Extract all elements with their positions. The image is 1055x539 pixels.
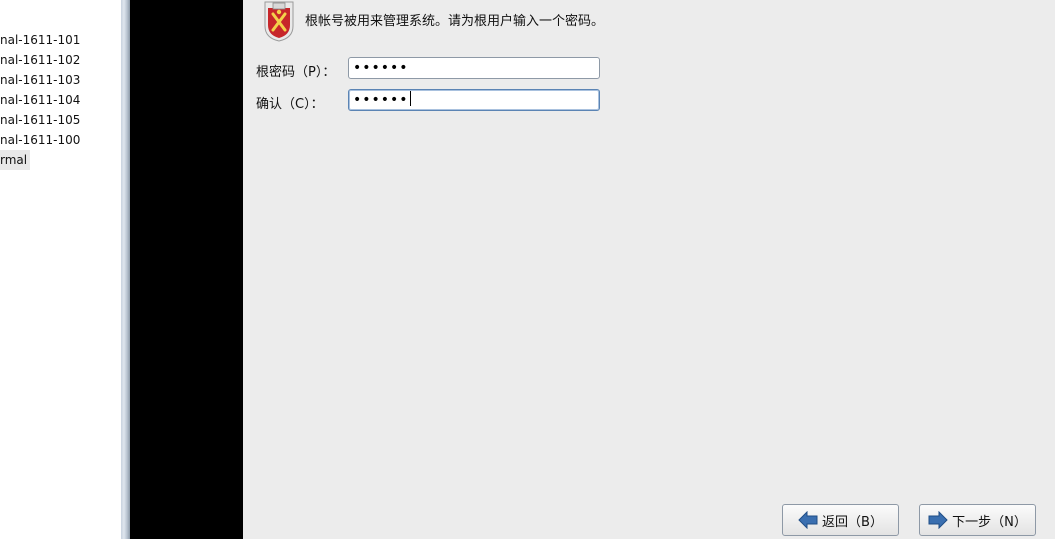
sidebar-resize-handle[interactable]	[121, 0, 130, 539]
next-button-label: 下一步（N）	[952, 514, 1027, 530]
root-shield-icon	[264, 1, 294, 42]
vm-list-item[interactable]: nal-1611-103	[0, 70, 80, 90]
confirm-password-label: 确认（C）：	[256, 97, 324, 112]
back-button-label: 返回（B）	[822, 514, 883, 530]
screen: nal-1611-101 nal-1611-102 nal-1611-103 n…	[0, 0, 1055, 539]
next-button[interactable]: 下一步（N）	[919, 504, 1036, 536]
arrow-right-icon	[928, 511, 948, 529]
vm-list-item[interactable]: nal-1611-102	[0, 50, 80, 70]
console-black-area	[130, 0, 243, 539]
back-button[interactable]: 返回（B）	[782, 504, 899, 536]
confirm-password-value: ••••••	[353, 92, 409, 108]
arrow-left-icon	[798, 511, 818, 529]
root-password-input[interactable]: ••••••	[348, 57, 600, 79]
vm-list-item[interactable]: nal-1611-101	[0, 30, 80, 50]
text-caret	[409, 91, 411, 106]
root-password-label: 根密码（P）：	[256, 65, 336, 80]
vm-list-sidebar: nal-1611-101 nal-1611-102 nal-1611-103 n…	[0, 0, 121, 539]
vm-list-item-selected[interactable]: rmal	[0, 150, 31, 170]
vm-list-item[interactable]: nal-1611-105	[0, 110, 80, 130]
vm-list-item[interactable]: nal-1611-104	[0, 90, 80, 110]
vm-list-item[interactable]: nal-1611-100	[0, 130, 80, 150]
confirm-password-input[interactable]: ••••••	[348, 89, 600, 111]
installer-panel: 根帐号被用来管理系统。请为根用户输入一个密码。 根密码（P）： •••••• 确…	[243, 0, 1055, 539]
header-description: 根帐号被用来管理系统。请为根用户输入一个密码。	[305, 14, 605, 29]
root-password-value: ••••••	[353, 60, 409, 76]
